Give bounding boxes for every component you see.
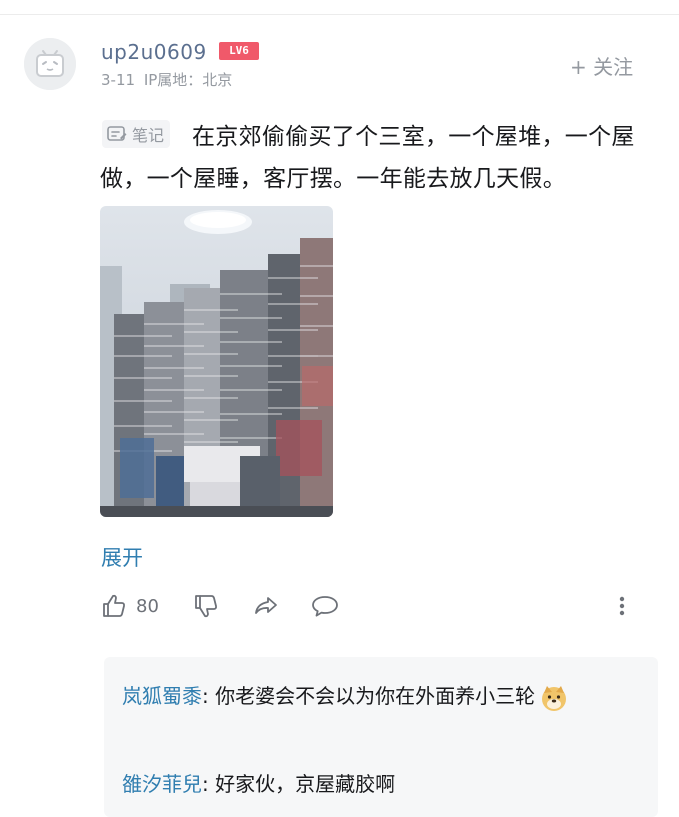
note-tag-label: 笔记 [132,126,165,145]
post-text: 在京郊偷偷买了个三室，一个屋堆，一个屋做，一个屋睡，客厅摆。一年能去放几天假。 [100,124,635,192]
thumbs-down-icon [195,595,217,618]
expand-link[interactable]: 展开 [101,544,143,572]
reply-separator: : [202,772,216,796]
dislike-button[interactable] [192,592,220,620]
reply-preview[interactable]: 岚狐蜀黍: 你老婆会不会以为你在外面养小三轮 雒汐菲兒: 好家伙，京屋藏胶啊 [104,657,658,817]
comment-button[interactable] [310,592,340,620]
follow-button[interactable]: + 关注 [570,54,633,80]
username[interactable]: up2u0609 [101,40,207,64]
reply-text: 好家伙，京屋藏胶啊 [215,772,396,796]
ip-location: IP属地：北京 [143,71,233,89]
more-button[interactable] [614,592,630,620]
like-count: 80 [136,595,159,617]
more-vertical-icon [619,596,625,616]
doge-emoji-icon [539,683,569,713]
like-button[interactable]: 80 [100,592,159,620]
reply-author[interactable]: 岚狐蜀黍 [122,684,202,708]
reply-item: 岚狐蜀黍: 你老婆会不会以为你在外面养小三轮 [122,677,642,715]
share-icon [255,597,277,614]
reply-item: 雒汐菲兒: 好家伙，京屋藏胶啊 [122,765,642,803]
top-divider [0,14,679,15]
bilibili-tv-avatar-icon [24,38,76,90]
note-icon [107,126,127,141]
user-avatar[interactable] [24,38,76,90]
boxes-room-photo [100,206,333,517]
level-badge: LV6 [219,42,259,60]
reply-separator: : [202,684,216,708]
post-meta: 3-11 IP属地：北京 [101,70,232,90]
comment-icon [312,596,338,617]
action-bar: 80 [100,592,640,624]
share-button[interactable] [252,592,280,620]
thumbs-up-icon [103,594,125,617]
post-date: 3-11 [101,71,136,89]
reply-text: 你老婆会不会以为你在外面养小三轮 [215,684,536,708]
note-tag[interactable]: 笔记 [102,120,171,148]
post-image[interactable] [100,206,333,517]
reply-author[interactable]: 雒汐菲兒 [122,772,202,796]
